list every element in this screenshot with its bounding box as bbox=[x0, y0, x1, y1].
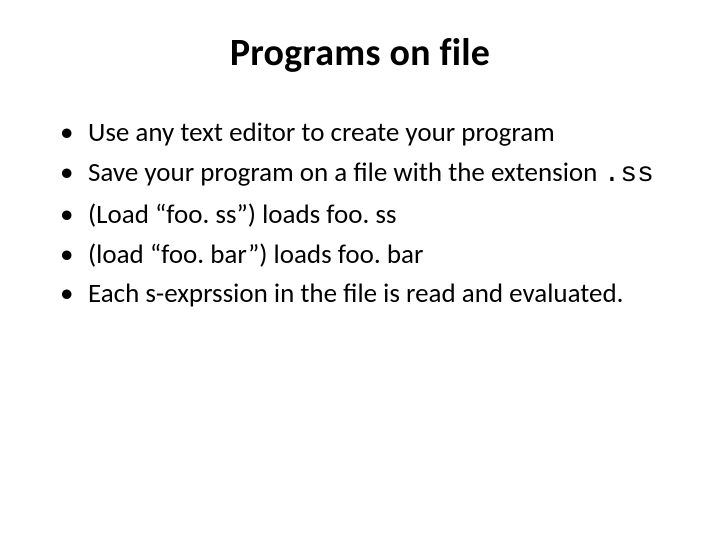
list-item: Save your program on a file with the ext… bbox=[60, 156, 680, 192]
bullet-text: (load “foo. bar”) loads foo. bar bbox=[88, 238, 423, 271]
bullet-text: (Load “foo. ss”) loads foo. ss bbox=[88, 198, 396, 231]
list-item: (load “foo. bar”) loads foo. bar bbox=[60, 238, 680, 272]
slide-title: Programs on file bbox=[40, 30, 680, 76]
list-item: Use any text editor to create your progr… bbox=[60, 116, 680, 150]
bullet-list: Use any text editor to create your progr… bbox=[60, 116, 680, 311]
list-item: (Load “foo. ss”) loads foo. ss bbox=[60, 198, 680, 232]
bullet-text: Each s-exprssion in the file is read and… bbox=[88, 277, 623, 310]
bullet-text: Save your program on a file with the ext… bbox=[88, 156, 603, 189]
list-item: Each s-exprssion in the file is read and… bbox=[60, 277, 680, 311]
bullet-mono: .ss bbox=[603, 159, 653, 190]
bullet-text: Use any text editor to create your progr… bbox=[88, 116, 555, 149]
slide: Programs on file Use any text editor to … bbox=[0, 0, 720, 540]
